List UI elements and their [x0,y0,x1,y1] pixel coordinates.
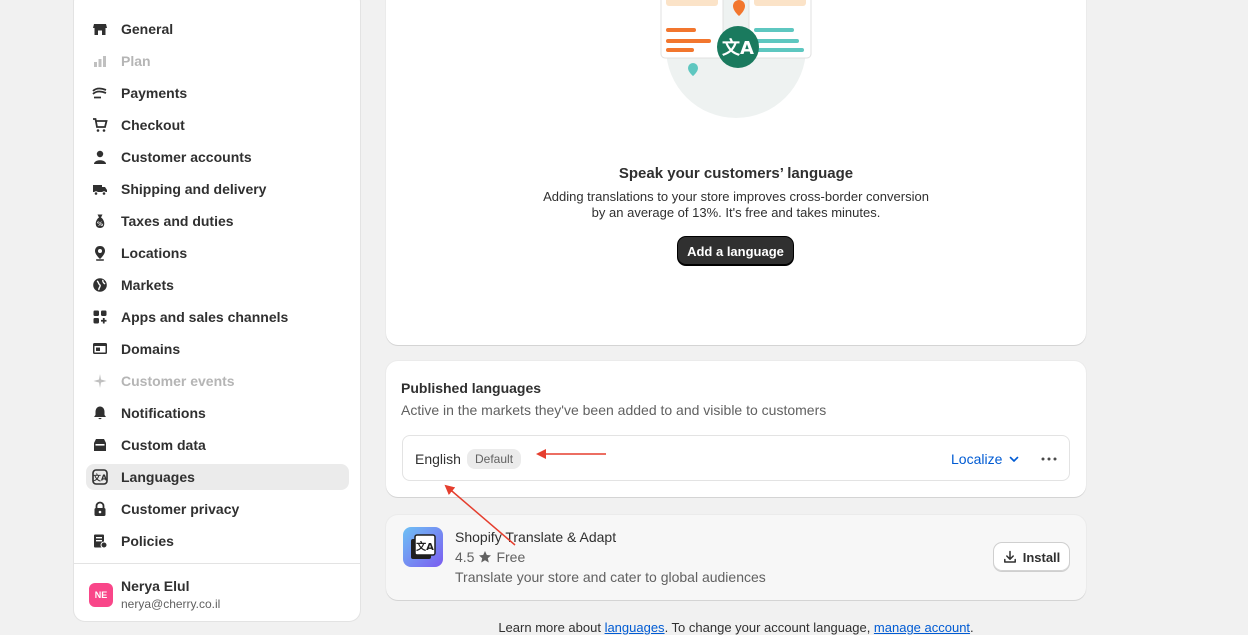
download-icon [1003,550,1016,563]
person-icon [90,147,110,167]
sidebar-item-label: Payments [121,85,188,101]
sidebar-item-customer-privacy[interactable]: Customer privacy [86,496,349,522]
sidebar-item-checkout[interactable]: Checkout [86,112,349,138]
language-name: English [415,451,461,467]
database-icon [90,435,110,455]
languages-hero-card: 文A Speak your customers’ language Adding… [386,0,1086,345]
sidebar-item-markets[interactable]: Markets [86,272,349,298]
sidebar-item-customer-accounts[interactable]: Customer accounts [86,144,349,170]
sidebar-item-apps-and-sales-channels[interactable]: Apps and sales channels [86,304,349,330]
translate-icon: 文A [90,467,110,487]
sidebar-item-label: Apps and sales channels [121,309,289,325]
sidebar-item-label: Checkout [121,117,185,133]
sidebar-item-shipping-and-delivery[interactable]: Shipping and delivery [86,176,349,202]
sidebar-item-domains[interactable]: Domains [86,336,349,362]
hero-title: Speak your customers’ language [618,165,854,182]
languages-link[interactable]: languages [605,620,665,635]
sidebar-item-languages[interactable]: 文A Languages [86,464,349,490]
sidebar-item-label: Languages [121,469,195,485]
sidebar-item-label: Markets [121,277,174,293]
sidebar-item-label: Plan [121,53,151,69]
app-description: Translate your store and cater to global… [455,569,766,585]
cart-icon [90,115,110,135]
sidebar-item-label: Customer accounts [121,149,252,165]
lock-icon [90,499,110,519]
install-button[interactable]: Install [994,543,1069,571]
footer-help-text: Learn more about languages. To change yo… [498,620,974,635]
sidebar-item-notifications[interactable]: Notifications [86,400,349,426]
plan-icon [90,51,110,71]
apps-icon [90,307,110,327]
user-account[interactable]: NE Nerya Elul nerya@cherry.co.il [74,563,360,621]
svg-text:文A: 文A [416,540,434,553]
app-rating: 4.5 Free [455,549,526,565]
chevron-down-icon [1010,456,1019,462]
sidebar-item-label: Notifications [121,405,206,421]
sparkle-icon [90,371,110,391]
domains-icon [90,339,110,359]
sidebar-item-label: Taxes and duties [121,213,234,229]
truck-icon [90,179,110,199]
more-horizontal-icon [1041,457,1057,461]
published-languages-title: Published languages [401,380,542,396]
bell-icon [90,403,110,423]
store-icon [90,19,110,39]
sidebar-item-custom-data[interactable]: Custom data [86,432,349,458]
sidebar-item-taxes-and-duties[interactable]: % Taxes and duties [86,208,349,234]
sidebar-item-label: Shipping and delivery [121,181,267,197]
location-pin-icon [90,243,110,263]
sidebar-item-payments[interactable]: Payments [86,80,349,106]
settings-sidebar: General Plan Payments Checkout Customer acco… [73,0,361,622]
translate-adapt-app-icon: 文A [403,527,443,567]
sidebar-item-label: Custom data [121,437,206,453]
published-languages-card: Published languages Active in the market… [386,361,1086,497]
payments-icon [90,83,110,103]
sidebar-item-locations[interactable]: Locations [86,240,349,266]
svg-text:文A: 文A [93,473,108,483]
sidebar-item-plan: Plan [86,48,349,74]
published-languages-subtitle: Active in the markets they've been added… [401,402,827,418]
globe-icon [90,275,110,295]
localize-button[interactable]: Localize [951,451,1020,467]
manage-account-link[interactable]: manage account [874,620,970,635]
policies-icon [90,531,110,551]
user-email: nerya@cherry.co.il [121,597,221,611]
avatar: NE [89,583,113,607]
sidebar-item-label: Policies [121,533,174,549]
sidebar-item-general[interactable]: General [86,16,349,42]
sidebar-item-label: Domains [121,341,181,357]
hero-description: Adding translations to your store improv… [543,189,929,220]
sidebar-item-label: Customer events [121,373,235,389]
user-name: Nerya Elul [121,578,190,594]
sidebar-item-customer-events: Customer events [86,368,349,394]
app-name: Shopify Translate & Adapt [455,529,617,545]
sidebar-item-label: Locations [121,245,188,261]
svg-text:%: % [97,221,103,228]
add-language-button[interactable]: Add a language [678,237,793,265]
translate-app-card: 文A Shopify Translate & Adapt 4.5 Free Tr… [386,515,1086,600]
translation-illustration: 文A [660,0,812,118]
svg-text:文A: 文A [722,37,754,59]
more-actions-button[interactable] [1037,447,1061,471]
tax-bag-icon: % [90,211,110,231]
sidebar-item-label: Customer privacy [121,501,240,517]
star-icon [479,551,492,563]
default-badge: Default [467,449,522,469]
sidebar-item-label: General [121,21,174,37]
sidebar-item-policies[interactable]: Policies [86,528,349,554]
language-row-english: English Default Localize [402,435,1070,481]
